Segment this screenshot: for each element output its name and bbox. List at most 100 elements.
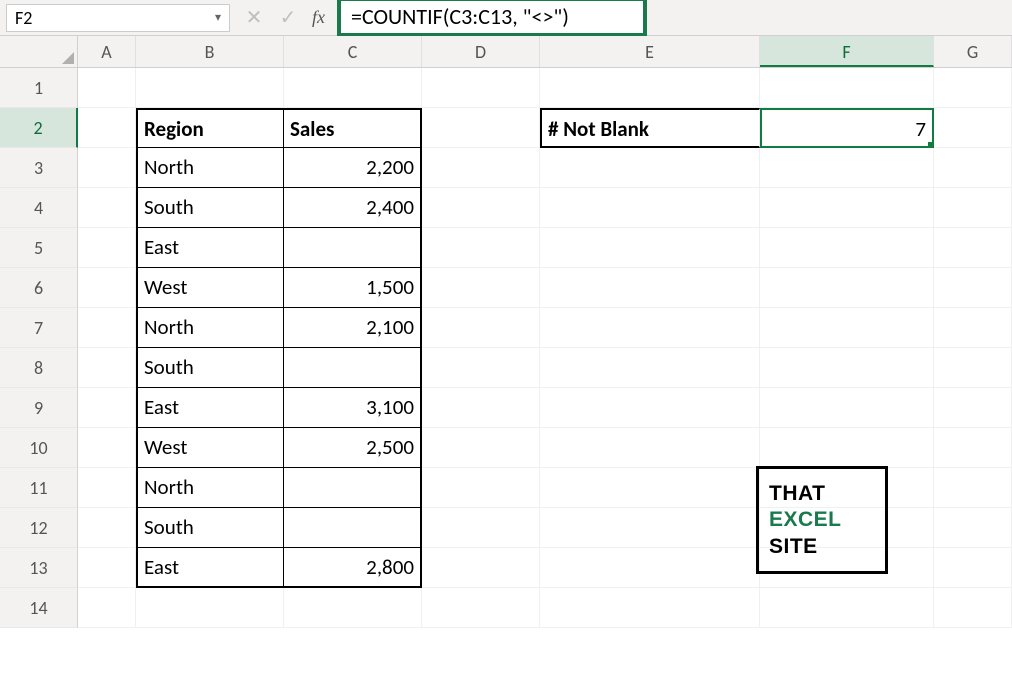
cell-F5[interactable]	[760, 228, 934, 268]
cell-D14[interactable]	[422, 588, 540, 628]
row-header-2[interactable]: 2	[0, 108, 78, 148]
cell-C13[interactable]: 2,800	[284, 548, 422, 588]
cell-A2[interactable]	[78, 108, 136, 148]
cell-E9[interactable]	[540, 388, 760, 428]
cell-B4[interactable]: South	[136, 188, 284, 228]
col-header-E[interactable]: E	[540, 36, 760, 67]
cell-A9[interactable]	[78, 388, 136, 428]
cell-B8[interactable]: South	[136, 348, 284, 388]
cell-B6[interactable]: West	[136, 268, 284, 308]
cancel-icon[interactable]: ✕	[242, 5, 266, 30]
cell-D7[interactable]	[422, 308, 540, 348]
row-header-1[interactable]: 1	[0, 68, 78, 108]
row-header-10[interactable]: 10	[0, 428, 78, 468]
cell-B7[interactable]: North	[136, 308, 284, 348]
cell-B1[interactable]	[136, 68, 284, 108]
cell-E12[interactable]	[540, 508, 760, 548]
cell-A6[interactable]	[78, 268, 136, 308]
cell-D6[interactable]	[422, 268, 540, 308]
cell-A3[interactable]	[78, 148, 136, 188]
cell-D2[interactable]	[422, 108, 540, 148]
cell-F8[interactable]	[760, 348, 934, 388]
cell-D9[interactable]	[422, 388, 540, 428]
cell-D3[interactable]	[422, 148, 540, 188]
cell-C3[interactable]: 2,200	[284, 148, 422, 188]
col-header-A[interactable]: A	[78, 36, 136, 67]
cell-G4[interactable]	[934, 188, 1012, 228]
cell-B14[interactable]	[136, 588, 284, 628]
col-header-G[interactable]: G	[934, 36, 1012, 67]
cell-D8[interactable]	[422, 348, 540, 388]
cell-F6[interactable]	[760, 268, 934, 308]
row-header-8[interactable]: 8	[0, 348, 78, 388]
cell-E13[interactable]	[540, 548, 760, 588]
cell-G7[interactable]	[934, 308, 1012, 348]
cell-A14[interactable]	[78, 588, 136, 628]
cell-E1[interactable]	[540, 68, 760, 108]
cell-B12[interactable]: South	[136, 508, 284, 548]
enter-icon[interactable]: ✓	[276, 5, 300, 30]
cell-C14[interactable]	[284, 588, 422, 628]
cell-C8[interactable]	[284, 348, 422, 388]
cell-E3[interactable]	[540, 148, 760, 188]
select-all-corner[interactable]	[0, 36, 78, 67]
row-header-9[interactable]: 9	[0, 388, 78, 428]
row-header-13[interactable]: 13	[0, 548, 78, 588]
row-header-6[interactable]: 6	[0, 268, 78, 308]
name-box[interactable]: F2 ▾	[6, 4, 230, 32]
cell-F7[interactable]	[760, 308, 934, 348]
cell-D1[interactable]	[422, 68, 540, 108]
cell-C1[interactable]	[284, 68, 422, 108]
cell-C12[interactable]	[284, 508, 422, 548]
cell-G3[interactable]	[934, 148, 1012, 188]
cell-B5[interactable]: East	[136, 228, 284, 268]
cell-G13[interactable]	[934, 548, 1012, 588]
cell-A10[interactable]	[78, 428, 136, 468]
cell-A4[interactable]	[78, 188, 136, 228]
cell-C11[interactable]	[284, 468, 422, 508]
cell-F3[interactable]	[760, 148, 934, 188]
cell-G9[interactable]	[934, 388, 1012, 428]
row-header-11[interactable]: 11	[0, 468, 78, 508]
col-header-C[interactable]: C	[284, 36, 422, 67]
cell-B3[interactable]: North	[136, 148, 284, 188]
cell-E7[interactable]	[540, 308, 760, 348]
cell-C2[interactable]: Sales	[284, 108, 422, 148]
col-header-B[interactable]: B	[136, 36, 284, 67]
cell-B2[interactable]: Region	[136, 108, 284, 148]
cell-D10[interactable]	[422, 428, 540, 468]
cell-G12[interactable]	[934, 508, 1012, 548]
cell-A7[interactable]	[78, 308, 136, 348]
cell-E8[interactable]	[540, 348, 760, 388]
cell-E10[interactable]	[540, 428, 760, 468]
cell-G11[interactable]	[934, 468, 1012, 508]
cell-A8[interactable]	[78, 348, 136, 388]
cell-G14[interactable]	[934, 588, 1012, 628]
cell-B13[interactable]: East	[136, 548, 284, 588]
cell-A11[interactable]	[78, 468, 136, 508]
cell-B9[interactable]: East	[136, 388, 284, 428]
row-header-3[interactable]: 3	[0, 148, 78, 188]
cell-G1[interactable]	[934, 68, 1012, 108]
cell-C5[interactable]	[284, 228, 422, 268]
row-header-4[interactable]: 4	[0, 188, 78, 228]
cell-C10[interactable]: 2,500	[284, 428, 422, 468]
cell-F4[interactable]	[760, 188, 934, 228]
cell-C7[interactable]: 2,100	[284, 308, 422, 348]
cell-C9[interactable]: 3,100	[284, 388, 422, 428]
cell-A12[interactable]	[78, 508, 136, 548]
cell-G5[interactable]	[934, 228, 1012, 268]
cell-D5[interactable]	[422, 228, 540, 268]
cell-A13[interactable]	[78, 548, 136, 588]
cell-F2[interactable]: 7	[760, 108, 934, 148]
cell-G10[interactable]	[934, 428, 1012, 468]
row-header-5[interactable]: 5	[0, 228, 78, 268]
chevron-down-icon[interactable]: ▾	[215, 10, 221, 25]
cell-C4[interactable]: 2,400	[284, 188, 422, 228]
cell-G6[interactable]	[934, 268, 1012, 308]
cell-E14[interactable]	[540, 588, 760, 628]
cell-G8[interactable]	[934, 348, 1012, 388]
row-header-12[interactable]: 12	[0, 508, 78, 548]
row-header-7[interactable]: 7	[0, 308, 78, 348]
cell-A5[interactable]	[78, 228, 136, 268]
